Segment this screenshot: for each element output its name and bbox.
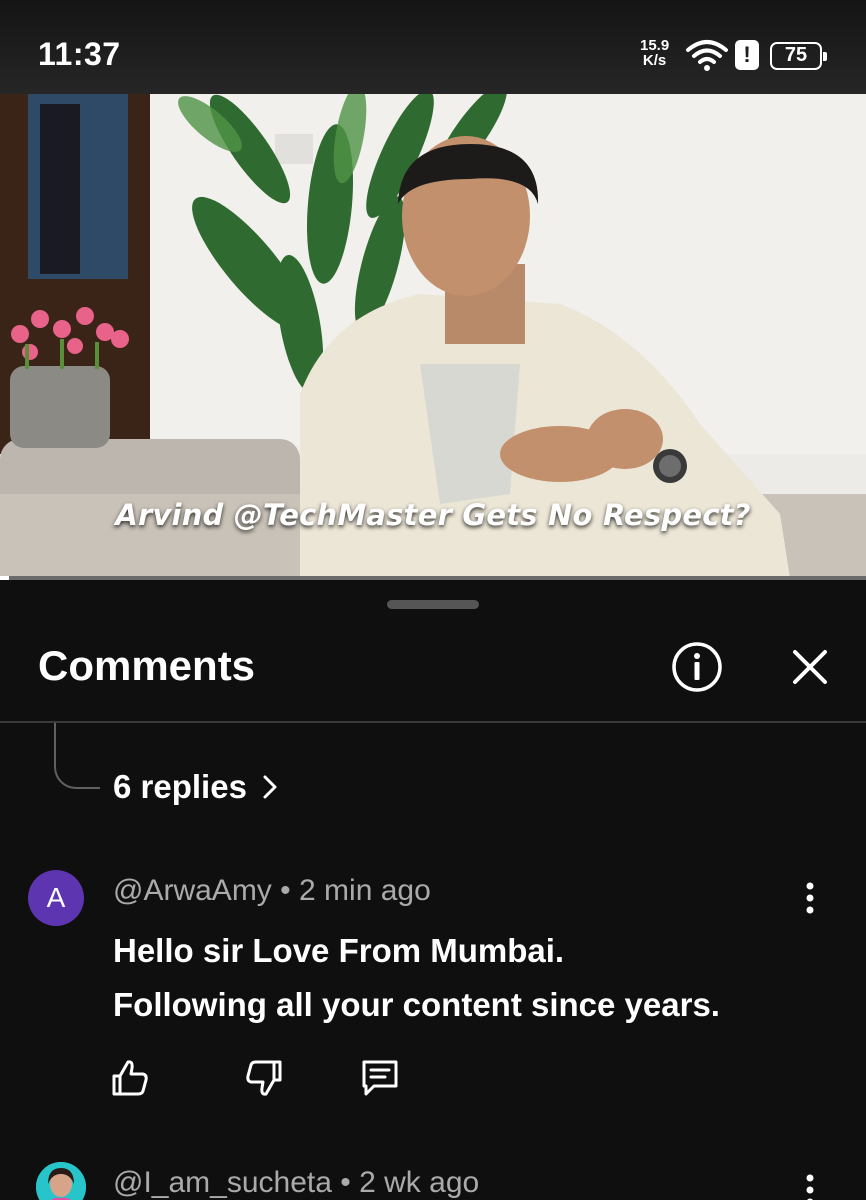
comment-author[interactable]: @ArwaAmy <box>113 874 272 907</box>
network-speed: 15.9 K/s <box>640 38 669 68</box>
more-options-icon[interactable] <box>795 878 825 918</box>
avatar-image <box>36 1162 86 1200</box>
sheet-title: Comments <box>38 642 256 689</box>
video-player[interactable]: Arvind @TechMaster Gets No Respect? <box>0 94 866 578</box>
comment-meta: @I_am_sucheta • 2 wk ago <box>113 1166 479 1200</box>
chevron-right-icon <box>263 775 277 799</box>
video-progress-bar[interactable] <box>0 576 866 580</box>
wifi-icon <box>686 40 728 71</box>
more-options-icon[interactable] <box>795 1170 825 1200</box>
video-caption: Arvind @TechMaster Gets No Respect? <box>115 498 751 532</box>
sheet-divider <box>0 721 866 723</box>
network-speed-unit: K/s <box>642 52 667 69</box>
avatar[interactable]: A <box>28 870 84 926</box>
comment-time: 2 wk ago <box>359 1166 480 1199</box>
close-icon[interactable] <box>785 642 835 692</box>
comment-text: Hello sir Love From Mumbai. Following al… <box>113 924 833 1032</box>
thread-connector <box>54 723 100 789</box>
video-progress-fill <box>0 576 9 580</box>
comment-author[interactable]: @I_am_sucheta <box>113 1166 332 1199</box>
battery-indicator: 75 <box>770 42 827 70</box>
like-icon[interactable] <box>108 1056 152 1100</box>
alert-icon: ! <box>735 40 759 70</box>
reply-icon[interactable] <box>358 1056 402 1100</box>
meta-separator: • <box>280 874 291 907</box>
comments-sheet: Comments 6 replies A @ArwaAmy • 2 min ag… <box>0 582 866 1200</box>
status-bar: 11:37 15.9 K/s ! 75 <box>0 0 866 94</box>
replies-label: 6 replies <box>113 768 247 805</box>
network-speed-value: 15.9 <box>640 37 670 54</box>
status-time: 11:37 <box>38 36 121 72</box>
comment-time: 2 min ago <box>299 874 431 907</box>
comment-line: Hello sir Love From Mumbai. <box>113 932 565 969</box>
comment-meta: @ArwaAmy • 2 min ago <box>113 874 431 908</box>
avatar[interactable] <box>36 1162 86 1200</box>
dislike-icon[interactable] <box>242 1056 286 1100</box>
info-icon[interactable] <box>670 640 724 694</box>
drag-handle[interactable] <box>387 600 479 609</box>
replies-button[interactable]: 6 replies <box>113 768 281 806</box>
comment-line: Following all your content since years. <box>113 986 720 1023</box>
meta-separator: • <box>340 1166 351 1199</box>
